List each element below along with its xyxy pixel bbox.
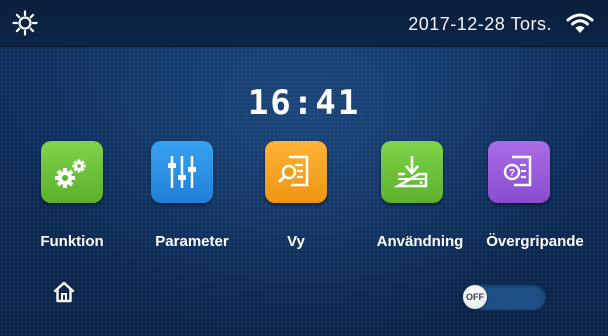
toggle-knob-label: OFF [463, 285, 487, 309]
clock-time: 16:41 [247, 83, 361, 123]
parameter-label: Parameter [155, 233, 229, 250]
top-bar: 2017-12-28 Tors. [0, 0, 608, 47]
overgripande-label: Övergripande [486, 233, 584, 250]
vy-label: Vy [287, 233, 305, 250]
overgripande-tile[interactable]: ? [488, 141, 550, 203]
parameter-tile[interactable] [151, 141, 213, 203]
gears-icon [55, 159, 86, 188]
help-document-icon: ? [503, 155, 532, 187]
power-toggle[interactable]: OFF [462, 284, 546, 310]
funktion-tile[interactable] [41, 141, 103, 203]
sliders-icon [168, 156, 196, 188]
vy-tile[interactable] [265, 141, 327, 203]
anvandning-label: Användning [376, 233, 464, 250]
screen: 2017-12-28 Tors. 16:41 Funktion Paramete… [0, 0, 608, 336]
svg-text:?: ? [509, 168, 515, 179]
download-tray-icon [393, 156, 428, 188]
funktion-label: Funktion [40, 233, 104, 250]
sun-settings-icon[interactable] [12, 10, 38, 36]
anvandning-tile[interactable] [381, 141, 443, 203]
home-icon[interactable] [52, 280, 76, 304]
date-display: 2017-12-28 Tors. [408, 14, 552, 34]
view-document-icon [278, 155, 309, 187]
wifi-icon [566, 13, 594, 33]
